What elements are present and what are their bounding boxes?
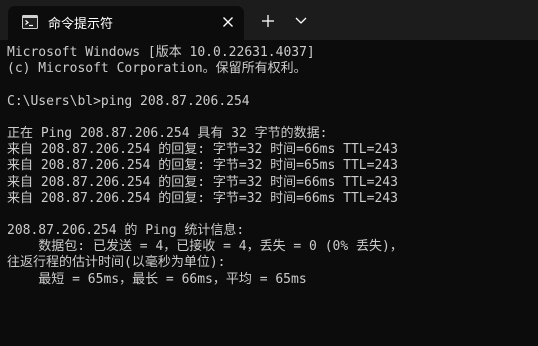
plus-icon[interactable] [259,12,277,30]
console-line: 208.87.206.254 的 Ping 统计信息: [7,223,245,239]
tab-command-prompt[interactable]: 命令提示符 [8,6,244,40]
tab-bar: 命令提示符 [0,0,538,40]
chevron-down-icon[interactable] [293,12,309,28]
console-line: 来自 208.87.206.254 的回复: 字节=32 时间=65ms TTL… [7,158,398,174]
console-line: 数据包: 已发送 = 4，已接收 = 4，丢失 = 0 (0% 丢失)， [7,239,403,255]
console-line: 往返行程的估计时间(以毫秒为单位): [7,255,226,271]
tab-title: 命令提示符 [48,17,114,32]
cmd-icon [22,15,38,29]
console-output[interactable]: Microsoft Windows [版本 10.0.22631.4037] (c… [7,45,534,346]
console-line: C:\Users\bl>ping 208.87.206.254 [7,93,250,109]
console-line: (c) Microsoft Corporation。保留所有权利。 [7,61,307,77]
console-line: 来自 208.87.206.254 的回复: 字节=32 时间=66ms TTL… [7,190,398,206]
console-line: 来自 208.87.206.254 的回复: 字节=32 时间=66ms TTL… [7,174,398,190]
console-line: 最短 = 65ms，最长 = 66ms，平均 = 65ms [7,271,307,287]
console-line: 正在 Ping 208.87.206.254 具有 32 字节的数据: [7,125,328,141]
close-icon[interactable] [219,13,237,31]
terminal-window: 命令提示符 Microsoft Windows [版本 10.0.22631.4… [0,0,538,346]
console-line: Microsoft Windows [版本 10.0.22631.4037] [7,45,315,60]
console-line: 来自 208.87.206.254 的回复: 字节=32 时间=66ms TTL… [7,142,398,158]
